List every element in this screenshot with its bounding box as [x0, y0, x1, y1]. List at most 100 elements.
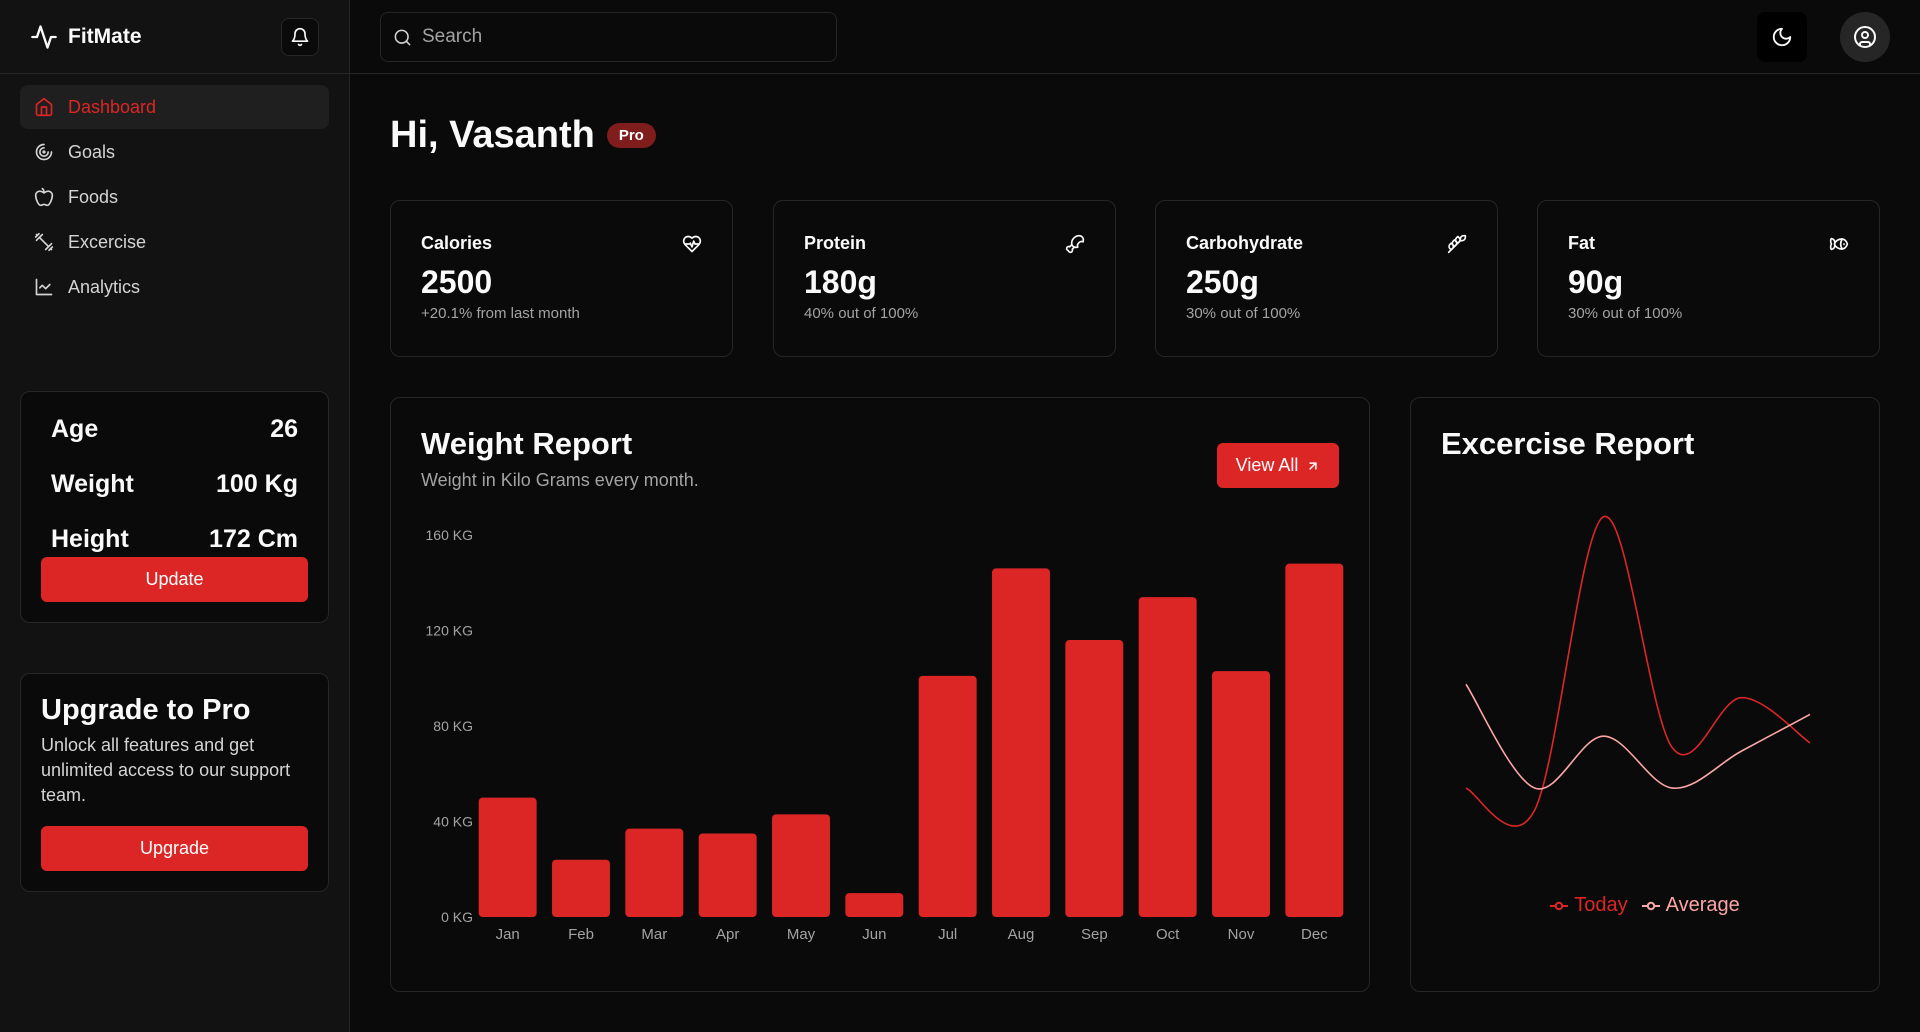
x-tick-label: Apr — [716, 926, 739, 943]
calories-card: Calories 2500 +20.1% from last month — [390, 200, 733, 357]
metric-title: Protein — [804, 233, 867, 253]
line-chart-icon — [34, 277, 54, 297]
legend-label: Average — [1665, 894, 1740, 916]
sidebar-item-foods[interactable]: Foods — [20, 175, 329, 219]
search-box[interactable] — [380, 12, 837, 62]
sidebar-item-analytics[interactable]: Analytics — [20, 265, 329, 309]
sidebar-item-label: Dashboard — [68, 96, 157, 117]
x-tick-label: Jun — [862, 926, 886, 943]
bar[interactable] — [1212, 671, 1270, 917]
x-tick-label: Jul — [938, 926, 957, 943]
activity-icon — [30, 23, 58, 51]
bar[interactable] — [625, 828, 684, 917]
x-tick-label: Dec — [1301, 926, 1328, 943]
chart-legend: Today Average — [1411, 894, 1879, 917]
drumstick-icon — [1065, 234, 1085, 254]
age-row: Age 26 — [41, 402, 308, 457]
x-tick-label: May — [787, 926, 816, 943]
age-value: 26 — [270, 415, 298, 443]
theme-toggle-button[interactable] — [1757, 12, 1807, 62]
sidebar-item-label: Excercise — [68, 231, 147, 252]
bar[interactable] — [1065, 640, 1124, 917]
apple-icon — [34, 187, 54, 207]
x-tick-label: Oct — [1156, 926, 1180, 943]
greeting: Hi, Vasanth Pro — [390, 114, 656, 157]
profile-stats-card: Age 26 Weight 100 Kg Height 172 Cm Updat… — [20, 391, 329, 623]
protein-card: Protein 180g 40% out of 100% — [773, 200, 1116, 357]
search-icon — [393, 28, 412, 47]
series-line-average — [1465, 683, 1811, 790]
metric-sub: 30% out of 100% — [1568, 305, 1683, 322]
carbohydrate-card: Carbohydrate 250g 30% out of 100% — [1155, 200, 1498, 357]
bell-icon — [290, 27, 310, 47]
metric-value: 90g — [1568, 264, 1624, 300]
x-tick-label: Aug — [1008, 926, 1035, 943]
weight-row: Weight 100 Kg — [41, 457, 308, 512]
bar[interactable] — [918, 675, 977, 917]
sidebar-item-label: Foods — [68, 186, 119, 207]
bar[interactable] — [1285, 563, 1344, 917]
bar[interactable] — [772, 814, 830, 917]
sidebar-item-label: Goals — [68, 141, 116, 162]
bar[interactable] — [992, 568, 1050, 917]
x-tick-label: Sep — [1081, 926, 1108, 943]
sidebar-item-dashboard[interactable]: Dashboard — [20, 85, 329, 129]
home-icon — [34, 97, 54, 117]
y-tick-label: 40 KG — [433, 814, 473, 830]
page-title: Hi, Vasanth — [390, 114, 595, 156]
heart-pulse-icon — [682, 234, 702, 254]
goals-icon — [34, 142, 54, 162]
metric-title: Calories — [421, 233, 493, 253]
brand-row: FitMate — [0, 0, 349, 74]
moon-icon — [1771, 26, 1793, 48]
metric-title: Carbohydrate — [1186, 233, 1304, 253]
upgrade-card: Upgrade to Pro Unlock all features and g… — [20, 673, 329, 892]
upgrade-button[interactable]: Upgrade — [41, 826, 308, 871]
fish-icon — [1829, 234, 1849, 254]
x-tick-label: Feb — [568, 926, 594, 943]
legend-label: Today — [1574, 894, 1628, 916]
search-input[interactable] — [422, 26, 822, 48]
height-value: 172 Cm — [209, 525, 298, 553]
metric-title: Fat — [1568, 233, 1595, 253]
x-tick-label: Mar — [641, 926, 667, 943]
wheat-icon — [1447, 234, 1467, 254]
legend-average[interactable]: Average — [1641, 894, 1740, 917]
metric-value: 180g — [804, 264, 877, 300]
metric-value: 2500 — [421, 264, 493, 300]
sidebar-nav: Dashboard Goals Foods Excercise Analytic… — [0, 74, 349, 309]
metric-sub: 40% out of 100% — [804, 305, 919, 322]
height-label: Height — [51, 525, 129, 553]
pro-badge: Pro — [606, 123, 656, 148]
age-label: Age — [51, 415, 99, 443]
sidebar-item-goals[interactable]: Goals — [20, 130, 329, 174]
sidebar-item-excercise[interactable]: Excercise — [20, 220, 329, 264]
brand[interactable]: FitMate — [30, 23, 142, 51]
legend-today[interactable]: Today — [1550, 894, 1628, 917]
weight-bar-chart: 0 KG 40 KG 80 KG 120 KG 160 KG Jan Feb Mar Apr Ma… — [426, 527, 1344, 943]
user-circle-icon — [1853, 25, 1877, 49]
bar[interactable] — [1138, 597, 1197, 917]
notifications-button[interactable] — [281, 18, 319, 56]
line-marker-icon — [1550, 901, 1569, 911]
x-tick-label: Nov — [1228, 926, 1255, 943]
metric-value: 250g — [1186, 264, 1259, 300]
bar[interactable] — [698, 833, 757, 917]
upgrade-text: Unlock all features and get unlimited ac… — [41, 735, 291, 805]
bar[interactable] — [552, 859, 610, 917]
bar[interactable] — [478, 797, 537, 917]
y-tick-label: 0 KG — [441, 909, 473, 925]
metric-sub: 30% out of 100% — [1186, 305, 1301, 322]
metric-sub: +20.1% from last month — [421, 305, 580, 322]
x-tick-label: Jan — [496, 926, 520, 943]
line-marker-icon — [1641, 901, 1660, 911]
user-menu-button[interactable] — [1840, 12, 1890, 62]
weight-value: 100 Kg — [216, 470, 298, 498]
update-button[interactable]: Update — [41, 557, 308, 602]
series-line-today — [1465, 515, 1811, 827]
bar[interactable] — [845, 893, 904, 917]
weight-report-card: Weight Report Weight in Kilo Grams every… — [390, 397, 1370, 992]
y-tick-label: 120 KG — [426, 623, 473, 639]
upgrade-title: Upgrade to Pro — [41, 694, 251, 726]
app-name: FitMate — [68, 24, 142, 48]
